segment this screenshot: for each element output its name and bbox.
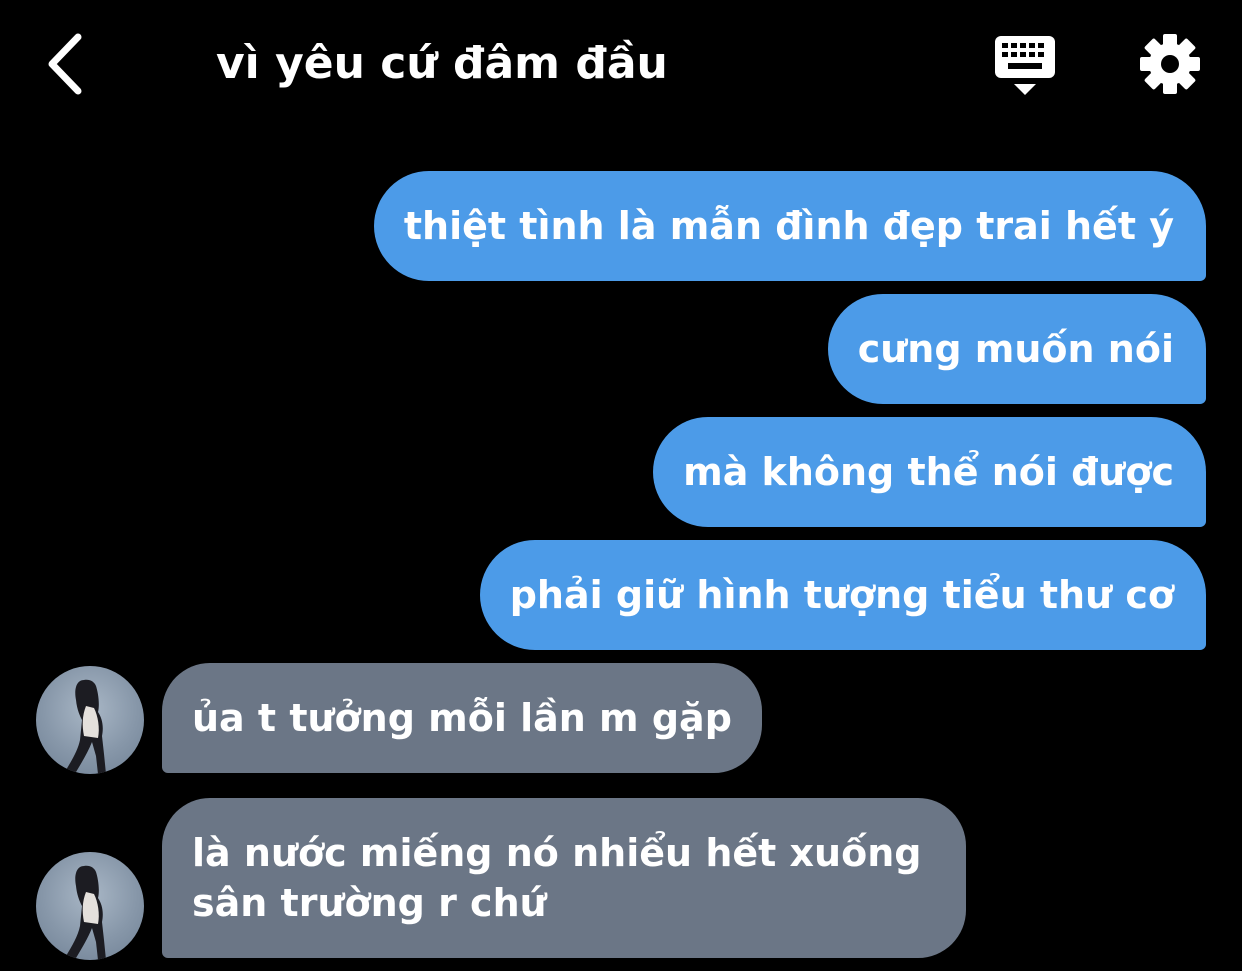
message-text: ủa t tưởng mỗi lần m gặp: [192, 696, 732, 740]
message-text-line: là nước miếng nó nhiểu hết xuống: [192, 831, 922, 875]
message-text: phải giữ hình tượng tiểu thư cơ: [509, 573, 1174, 617]
avatar[interactable]: [36, 852, 144, 960]
message-text-line: sân trường r chứ: [192, 881, 547, 925]
message-text: mà không thể nói được: [683, 450, 1174, 494]
received-message[interactable]: ủa t tưởng mỗi lần m gặp: [162, 663, 762, 773]
gear-icon: [1140, 34, 1200, 94]
avatar-photo: [66, 865, 106, 960]
keyboard-button[interactable]: [992, 34, 1058, 98]
sent-message[interactable]: mà không thể nói được: [653, 417, 1206, 527]
message-text: cưng muốn nói: [857, 327, 1174, 371]
sent-message[interactable]: cưng muốn nói: [827, 294, 1206, 404]
back-button[interactable]: [40, 30, 92, 98]
keyboard-icon: [995, 36, 1055, 95]
received-message[interactable]: là nước miếng nó nhiểu hết xuống sân trư…: [162, 798, 966, 958]
avatar-photo: [66, 679, 106, 774]
settings-button[interactable]: [1138, 32, 1202, 96]
chat-header: vì yêu cứ đâm đầu: [0, 0, 1242, 130]
message-text: thiệt tình là mẫn đình đẹp trai hết ý: [403, 204, 1174, 248]
sent-message[interactable]: phải giữ hình tượng tiểu thư cơ: [479, 540, 1206, 650]
avatar[interactable]: [36, 666, 144, 774]
chevron-left-icon: [48, 33, 82, 95]
sent-message[interactable]: thiệt tình là mẫn đình đẹp trai hết ý: [373, 171, 1206, 281]
chat-title: vì yêu cứ đâm đầu: [216, 38, 668, 89]
